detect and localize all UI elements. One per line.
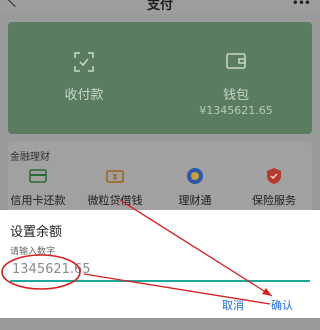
finance-item-label: 信用卡还款 xyxy=(10,194,66,207)
balance-input[interactable] xyxy=(10,258,310,282)
finance-item-label: 微粒贷借钱 xyxy=(87,194,143,207)
page-title: 支付 xyxy=(146,0,173,13)
loan-icon xyxy=(106,170,124,183)
credit-card-icon xyxy=(29,169,47,183)
wallet-button[interactable]: 钱包 ¥1345621.65 xyxy=(160,22,312,134)
insurance-icon xyxy=(267,168,281,184)
scan-icon xyxy=(74,52,94,72)
finance-item-label: 理财通 xyxy=(178,194,212,207)
receive-pay-label: 收付款 xyxy=(64,88,104,103)
payment-card: 收付款 钱包 ¥1345621.65 xyxy=(8,22,312,134)
finance-item-wealth[interactable]: 理财通 xyxy=(155,166,235,208)
confirm-button[interactable]: 确认 xyxy=(271,297,293,313)
cancel-button[interactable]: 取消 xyxy=(222,297,244,313)
dialog-hint: 请输入数字 xyxy=(10,247,56,257)
dialog-title: 设置余额 xyxy=(10,225,63,240)
finance-item-loan[interactable]: 微粒贷借钱 xyxy=(75,166,155,208)
wallet-label: 钱包 xyxy=(222,88,249,103)
wealth-icon xyxy=(187,168,203,184)
finance-item-insurance[interactable]: 保险服务 xyxy=(234,166,314,208)
set-balance-dialog: 设置余额 请输入数字 取消 确认 xyxy=(0,210,320,318)
wallet-icon xyxy=(226,53,246,69)
finance-item-credit-card[interactable]: 信用卡还款 xyxy=(0,166,78,208)
top-bar: 支付 ••• xyxy=(0,0,320,14)
finance-section-title: 金融理财 xyxy=(10,152,50,163)
wallet-amount: ¥1345621.65 xyxy=(199,104,273,117)
more-icon[interactable]: ••• xyxy=(292,0,311,10)
receive-pay-button[interactable]: 收付款 xyxy=(8,22,160,134)
finance-item-label: 保险服务 xyxy=(252,194,296,207)
